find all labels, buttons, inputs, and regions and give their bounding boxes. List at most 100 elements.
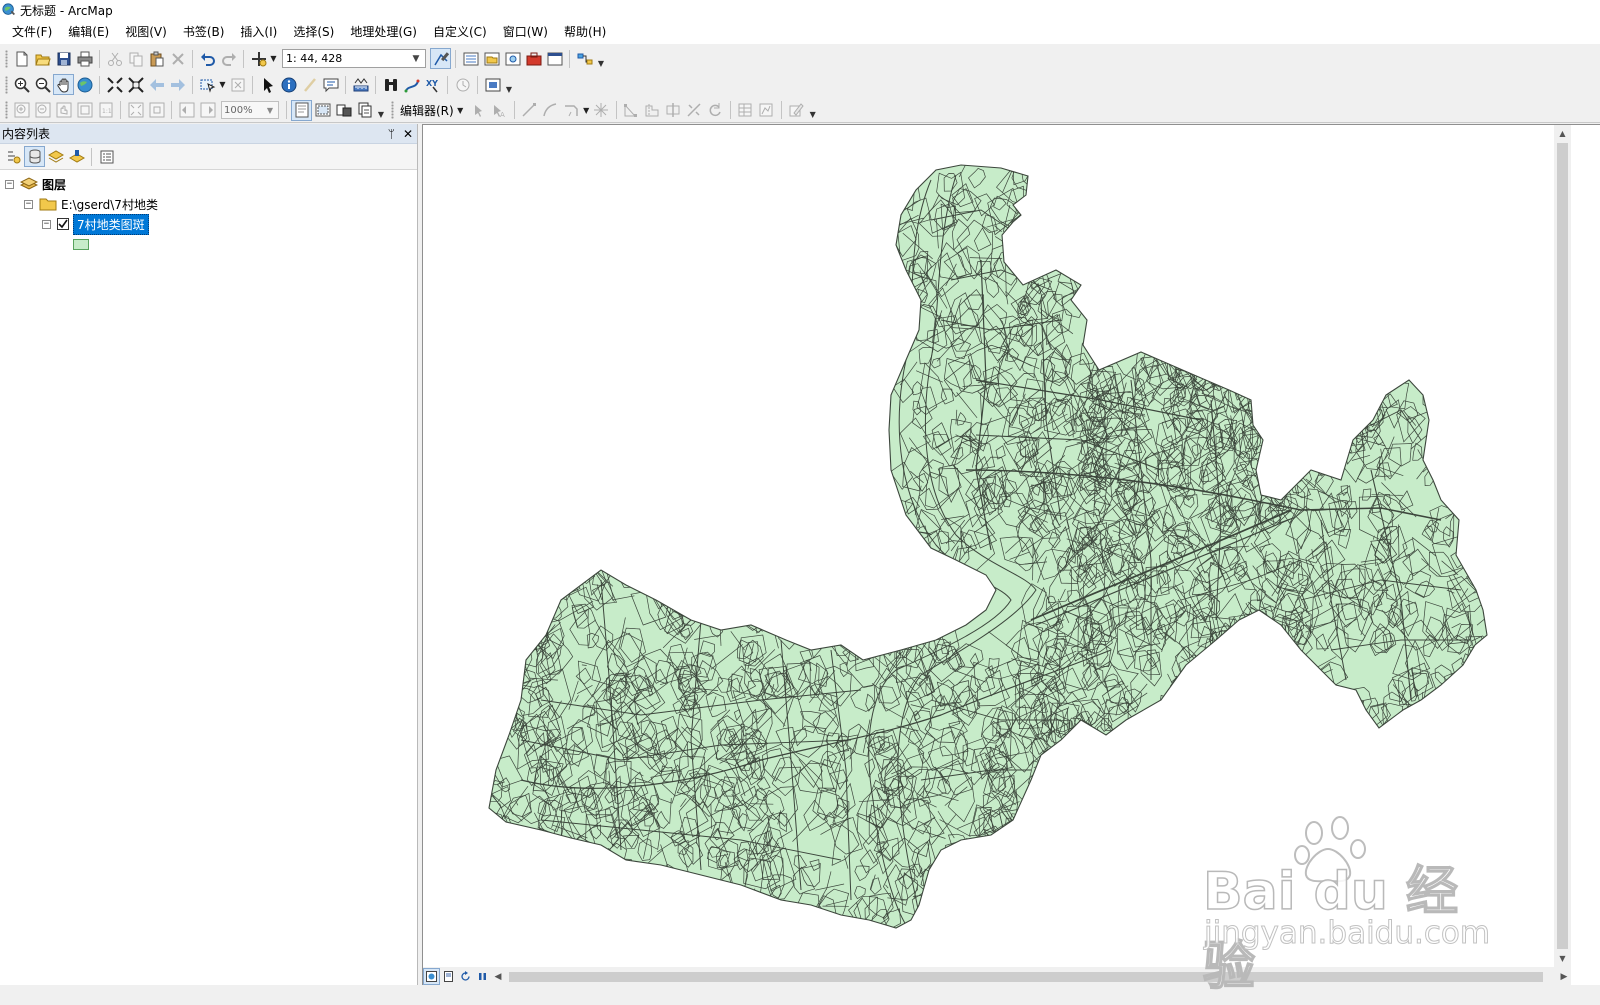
parcel-polygon[interactable] <box>1263 651 1281 672</box>
parcel-polygon[interactable] <box>1263 457 1280 480</box>
parcel-polygon[interactable] <box>1258 454 1273 479</box>
layer-visibility-checkbox[interactable] <box>57 218 69 230</box>
menu-help[interactable]: 帮助(H) <box>556 20 614 44</box>
parcel-polygon[interactable] <box>1156 717 1181 750</box>
point-button[interactable] <box>591 100 612 121</box>
parcel-polygon[interactable] <box>1016 824 1050 865</box>
parcel-polygon[interactable] <box>702 554 730 582</box>
parcel-polygon[interactable] <box>1041 873 1053 889</box>
parcel-polygon[interactable] <box>1179 702 1213 752</box>
find-button[interactable] <box>380 74 401 95</box>
menu-file[interactable]: 文件(F) <box>4 20 60 44</box>
clear-selection-button[interactable] <box>227 74 248 95</box>
parcel-polygon[interactable] <box>603 872 626 904</box>
parcel-polygon[interactable] <box>1296 429 1327 461</box>
parcel-polygon[interactable] <box>590 903 614 928</box>
python-window-button[interactable] <box>544 48 565 69</box>
parcel-polygon[interactable] <box>1014 248 1035 275</box>
focus-data-frame-button[interactable] <box>312 100 333 121</box>
parcel-polygon[interactable] <box>1014 836 1054 876</box>
model-builder-button[interactable] <box>574 48 595 69</box>
menu-geoprocessing[interactable]: 地理处理(G) <box>342 20 425 44</box>
parcel-polygon[interactable] <box>1141 711 1154 731</box>
parcel-polygon[interactable] <box>1268 669 1304 718</box>
parcel-polygon[interactable] <box>861 578 879 610</box>
add-data-dropdown-arrow[interactable]: ▼ <box>269 54 278 63</box>
data-view-button[interactable] <box>423 968 440 985</box>
layout-zoom-input[interactable] <box>222 104 262 116</box>
parcel-polygon[interactable] <box>540 838 561 870</box>
parcel-polygon[interactable] <box>1191 659 1216 698</box>
create-features-button[interactable] <box>786 100 807 121</box>
parcel-polygon[interactable] <box>564 879 575 898</box>
parcel-polygon[interactable] <box>1270 647 1289 680</box>
parcel-polygon[interactable] <box>893 519 909 541</box>
menu-customize[interactable]: 自定义(C) <box>425 20 495 44</box>
parcel-polygon[interactable] <box>1251 379 1262 398</box>
parcel-polygon[interactable] <box>1214 366 1228 384</box>
edit-annotation-button[interactable]: A <box>489 100 510 121</box>
toolbar-overflow-button[interactable]: ▼ <box>505 76 513 94</box>
parcel-polygon[interactable] <box>697 893 715 925</box>
parcel-polygon[interactable] <box>1209 672 1249 719</box>
parcel-polygon[interactable] <box>1178 714 1196 741</box>
parcel-polygon[interactable] <box>791 627 804 646</box>
parcel-polygon[interactable] <box>1130 714 1146 742</box>
parcel-polygon[interactable] <box>1065 215 1085 234</box>
toolbar-overflow-button[interactable]: ▼ <box>597 50 605 68</box>
parcel-polygon[interactable] <box>483 588 510 623</box>
reshape-feature-button[interactable] <box>642 100 663 121</box>
parcel-polygon[interactable] <box>582 851 612 895</box>
parcel-polygon[interactable] <box>803 588 827 609</box>
edit-vertices-button[interactable] <box>621 100 642 121</box>
parcel-polygon[interactable] <box>1275 434 1301 465</box>
parcel-polygon[interactable] <box>991 855 1013 882</box>
parcel-polygon[interactable] <box>860 620 890 655</box>
parcel-polygon[interactable] <box>509 847 525 876</box>
parcel-polygon[interactable] <box>1475 515 1496 539</box>
close-icon[interactable]: ✕ <box>403 127 413 141</box>
parcel-polygon[interactable] <box>1262 661 1290 698</box>
parcel-polygon[interactable] <box>490 726 503 739</box>
parcel-polygon[interactable] <box>523 892 535 905</box>
parcel-polygon[interactable] <box>510 604 539 646</box>
parcel-polygon[interactable] <box>505 858 522 878</box>
parcel-polygon[interactable] <box>1269 652 1305 687</box>
arctoolbox-button[interactable] <box>523 48 544 69</box>
parcel-polygon[interactable] <box>1313 382 1345 413</box>
parcel-polygon[interactable] <box>1040 846 1074 900</box>
parcel-polygon[interactable] <box>594 877 617 909</box>
parcel-polygon[interactable] <box>836 573 847 589</box>
parcel-polygon[interactable] <box>813 580 839 618</box>
parcel-polygon[interactable] <box>1465 391 1492 431</box>
print-button[interactable] <box>74 48 95 69</box>
editor-menu-button[interactable]: 编辑器(R) ▼ <box>397 100 468 121</box>
parcel-polygon[interactable] <box>1326 422 1334 436</box>
parcel-polygon[interactable] <box>548 874 578 907</box>
menu-selection[interactable]: 选择(S) <box>285 20 342 44</box>
parcel-polygon[interactable] <box>1189 661 1212 691</box>
parcel-polygon[interactable] <box>1267 405 1277 420</box>
parcel-polygon[interactable] <box>1281 404 1308 434</box>
html-popup-button[interactable] <box>320 74 341 95</box>
toolbar-grip[interactable] <box>5 75 8 94</box>
parcel-polygon[interactable] <box>655 882 676 912</box>
layout-zoom-combobox[interactable]: ▼ <box>221 101 279 119</box>
parcel-polygon[interactable] <box>975 851 989 873</box>
parcel-polygon[interactable] <box>1273 697 1287 712</box>
tree-row-layers[interactable]: − 图层 <box>0 174 417 194</box>
parcel-polygon[interactable] <box>1265 431 1297 461</box>
parcel-polygon[interactable] <box>1284 446 1307 472</box>
parcel-polygon[interactable] <box>568 879 599 914</box>
parcel-polygon[interactable] <box>1460 536 1472 556</box>
parcel-polygon[interactable] <box>491 566 507 584</box>
parcel-polygon[interactable] <box>1142 708 1162 727</box>
end-point-arc-button[interactable] <box>540 100 561 121</box>
menu-view[interactable]: 视图(V) <box>117 20 175 44</box>
parcel-polygon[interactable] <box>1437 441 1451 456</box>
parcel-polygon[interactable] <box>1160 695 1182 720</box>
parcel-polygon[interactable] <box>795 565 817 589</box>
parcel-polygon[interactable] <box>1266 686 1289 719</box>
parcel-polygon[interactable] <box>732 554 771 595</box>
parcel-polygon[interactable] <box>768 580 781 592</box>
